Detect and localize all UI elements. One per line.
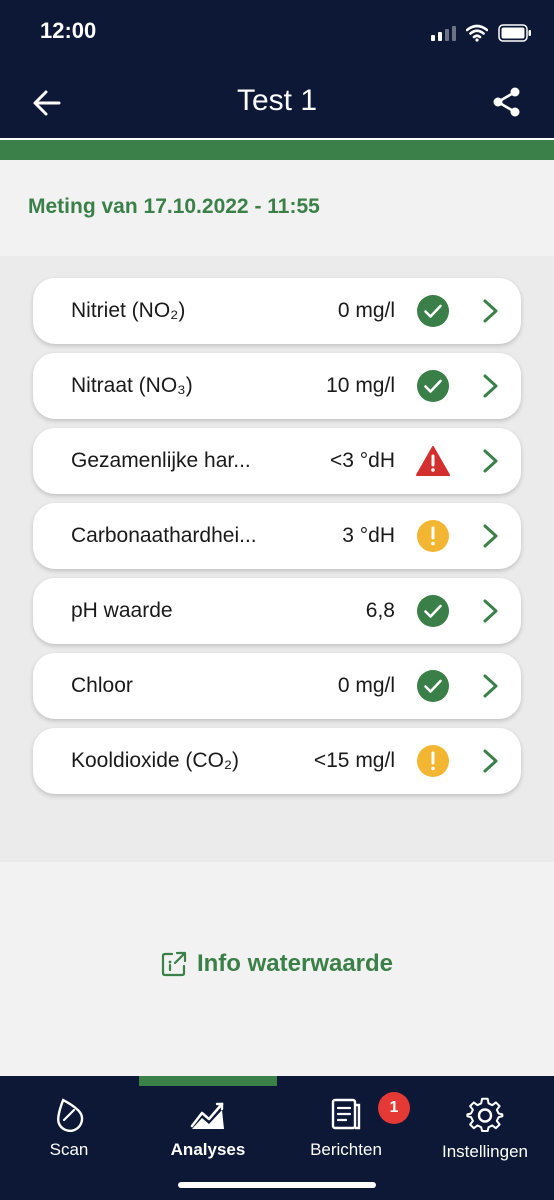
result-value: 3 °dH: [342, 524, 395, 547]
signal-icon: [431, 25, 456, 41]
result-row[interactable]: pH waarde 6,8: [33, 578, 521, 644]
check-icon: [416, 595, 450, 627]
result-row[interactable]: Gezamenlijke har... <3 °dH: [33, 428, 521, 494]
tab-scan[interactable]: Scan: [24, 1096, 114, 1176]
result-row[interactable]: Carbonaathardhei... 3 °dH: [33, 503, 521, 569]
status-time: 12:00: [40, 18, 97, 43]
result-value: <3 °dH: [329, 449, 395, 472]
tab-label: Analyses: [170, 1140, 246, 1159]
info-link-label: Info waterwaarde: [196, 950, 394, 977]
notification-badge: 1: [378, 1092, 410, 1124]
result-row[interactable]: Kooldioxide (CO₂) <15 mg/l: [33, 728, 521, 794]
tab-label: Scan: [49, 1140, 89, 1159]
result-name: Gezamenlijke har...: [71, 449, 251, 472]
chevron-right-icon: [483, 299, 498, 323]
tab-instellingen[interactable]: Instellingen: [432, 1096, 538, 1176]
result-value: <15 mg/l: [313, 749, 395, 772]
gear-icon: [466, 1097, 504, 1132]
result-value: 10 mg/l: [326, 374, 395, 397]
info-waterwaarde-link[interactable]: Info waterwaarde: [0, 950, 554, 978]
result-name: Carbonaathardhei...: [71, 524, 257, 547]
result-name: Chloor: [71, 674, 133, 697]
tab-label: Berichten: [310, 1140, 382, 1159]
active-tab-indicator: [139, 1076, 277, 1086]
check-icon: [416, 670, 450, 702]
measurement-date: Meting van 17.10.2022 - 11:55: [28, 195, 320, 218]
result-row[interactable]: Chloor 0 mg/l: [33, 653, 521, 719]
alert-triangle-icon: [416, 445, 450, 477]
external-info-icon: [161, 951, 187, 977]
battery-icon: [498, 24, 531, 42]
chevron-right-icon: [483, 749, 498, 773]
result-row[interactable]: Nitraat (NO₃) 10 mg/l: [33, 353, 521, 419]
status-icons: [431, 22, 532, 44]
share-icon[interactable]: [492, 86, 522, 118]
chevron-right-icon: [483, 374, 498, 398]
result-value: 0 mg/l: [337, 674, 395, 697]
wifi-icon: [466, 24, 488, 42]
chevron-right-icon: [483, 524, 498, 548]
check-icon: [416, 295, 450, 327]
result-name: Kooldioxide (CO₂): [71, 749, 240, 772]
check-icon: [416, 370, 450, 402]
warning-icon: [416, 745, 450, 777]
chevron-right-icon: [483, 599, 498, 623]
result-name: Nitraat (NO₃): [71, 374, 193, 397]
drop-icon: [57, 1098, 84, 1132]
result-name: pH waarde: [71, 599, 173, 622]
result-row[interactable]: Nitriet (NO₂) 0 mg/l: [33, 278, 521, 344]
chevron-right-icon: [483, 674, 498, 698]
document-icon: [331, 1098, 361, 1130]
warning-icon: [416, 520, 450, 552]
chevron-right-icon: [483, 449, 498, 473]
header-accent-strip: [0, 138, 554, 160]
results-list: Nitriet (NO₂) 0 mg/l Nitraat (NO₃) 10 mg…: [0, 256, 554, 862]
info-section: Info waterwaarde: [0, 862, 554, 1076]
tab-label: Instellingen: [441, 1142, 528, 1161]
result-name: Nitriet (NO₂): [71, 299, 186, 322]
measurement-header: Meting van 17.10.2022 - 11:55: [0, 160, 554, 256]
home-indicator: [178, 1182, 376, 1188]
result-value: 0 mg/l: [337, 299, 395, 322]
page-title: Test 1: [236, 84, 318, 117]
tab-analyses[interactable]: Analyses: [160, 1096, 256, 1176]
result-value: 6,8: [365, 599, 395, 622]
top-bar: 12:00 Test 1: [0, 0, 554, 138]
chart-icon: [190, 1102, 224, 1129]
